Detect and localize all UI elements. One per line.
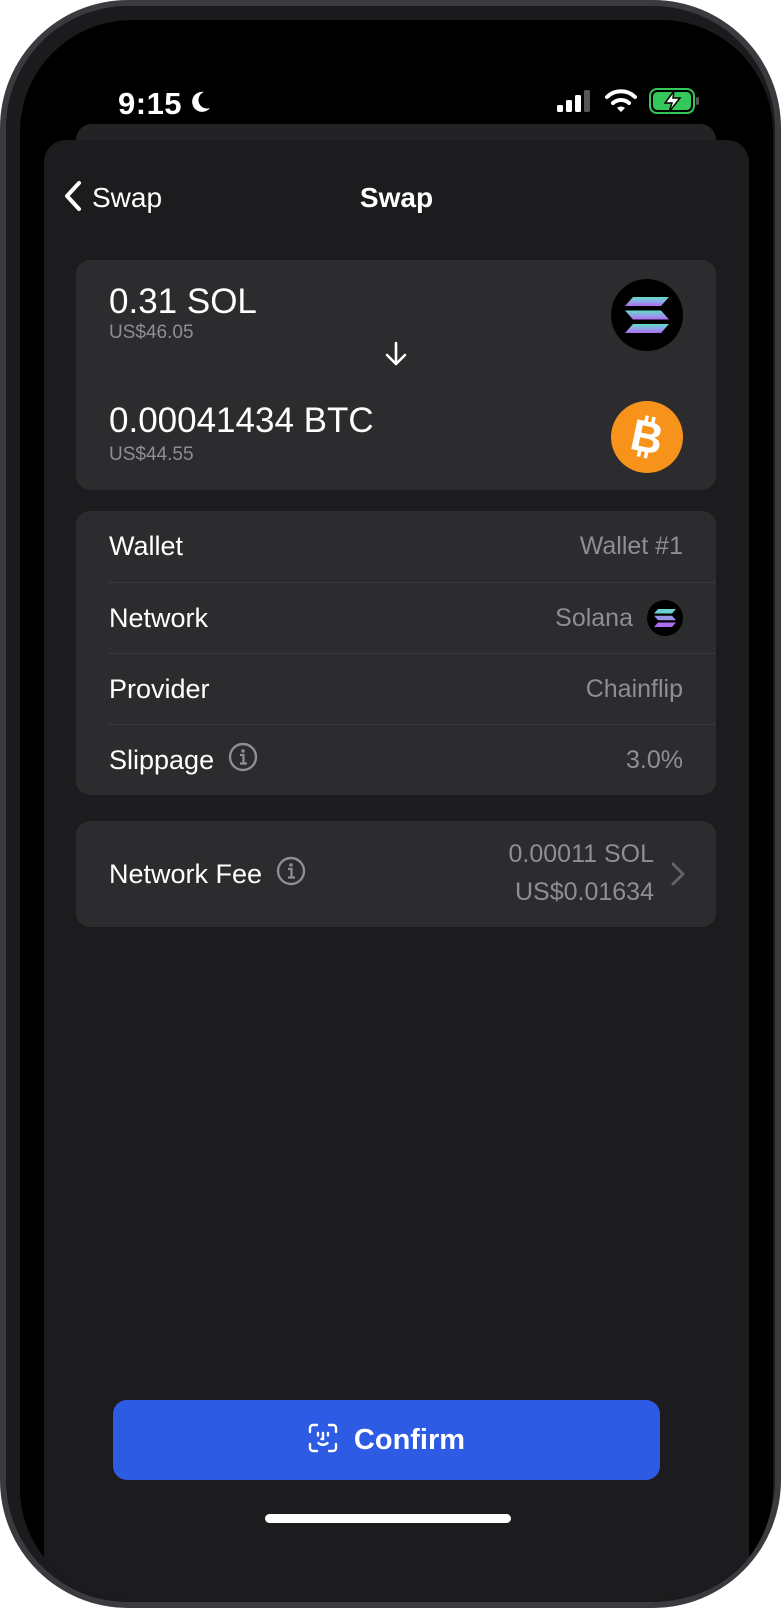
- from-amount: 0.31 SOL: [109, 282, 257, 321]
- detail-row-provider: Provider Chainflip: [109, 653, 716, 724]
- back-button-label: Swap: [92, 182, 163, 213]
- network-fee-values: 0.00011 SOL US$0.01634: [509, 835, 654, 911]
- network-fee-row[interactable]: Network Fee 0.00011 SOL US$0.01634: [76, 821, 716, 927]
- wifi-icon: [605, 88, 637, 118]
- detail-value: Solana: [555, 603, 633, 632]
- chevron-left-icon: [62, 180, 84, 217]
- solana-logo-icon: [647, 600, 683, 636]
- detail-value-container: Solana: [555, 600, 683, 636]
- info-icon[interactable]: [276, 856, 306, 893]
- phone-bezel: 9:15 Swap Swap 0.31 SOL US$46.05 0.00041…: [6, 6, 775, 1602]
- status-time-label: 9:15: [118, 86, 183, 121]
- detail-value: 3.0%: [626, 745, 683, 774]
- detail-label: Network: [109, 602, 209, 633]
- detail-label: Wallet: [109, 531, 184, 561]
- back-button[interactable]: Swap: [62, 178, 162, 218]
- cellular-signal-icon: [557, 89, 593, 117]
- network-fee-label: Network Fee: [109, 858, 263, 889]
- network-fee-label-container: Network Fee: [109, 854, 306, 894]
- status-icons: [557, 86, 701, 120]
- screen: 9:15 Swap Swap 0.31 SOL US$46.05 0.00041…: [20, 20, 773, 1600]
- phone-frame: 9:15 Swap Swap 0.31 SOL US$46.05 0.00041…: [0, 0, 781, 1608]
- to-amount: 0.00041434 BTC: [109, 401, 374, 440]
- info-icon[interactable]: [228, 742, 258, 779]
- home-indicator[interactable]: [265, 1514, 511, 1523]
- detail-row-network: Network Solana: [109, 582, 716, 653]
- detail-label: Slippage: [109, 744, 215, 775]
- detail-value: Wallet #1: [579, 532, 683, 560]
- from-fiat-value: US$46.05: [109, 322, 194, 343]
- network-fee-crypto: 0.00011 SOL: [508, 840, 654, 868]
- network-fee-fiat: US$0.01634: [514, 878, 654, 906]
- confirm-button[interactable]: Confirm: [113, 1400, 660, 1480]
- swap-details-card: Wallet Wallet #1 Network Solana Provider…: [76, 511, 716, 795]
- detail-value: Chainflip: [585, 674, 683, 703]
- face-id-icon: [308, 1423, 338, 1458]
- detail-label: Provider: [109, 673, 210, 704]
- confirm-button-label: Confirm: [353, 1423, 466, 1456]
- detail-row-slippage: Slippage 3.0%: [109, 724, 716, 795]
- solana-logo-icon: [611, 279, 683, 351]
- status-time: 9:15: [118, 84, 212, 124]
- swap-summary-card: 0.31 SOL US$46.05 0.00041434 BTC US$44.5…: [76, 260, 716, 490]
- chevron-right-icon: [670, 861, 686, 887]
- battery-charging-icon: [649, 87, 701, 119]
- moon-icon: [190, 86, 212, 122]
- detail-row-wallet: Wallet Wallet #1: [109, 511, 716, 582]
- to-fiat-value: US$44.55: [109, 444, 194, 465]
- arrow-down-icon: [384, 341, 408, 367]
- bitcoin-logo-icon: B: [611, 401, 683, 473]
- detail-label-container: Slippage: [109, 742, 258, 779]
- swap-sheet: Swap Swap 0.31 SOL US$46.05 0.00041434 B…: [44, 140, 749, 1600]
